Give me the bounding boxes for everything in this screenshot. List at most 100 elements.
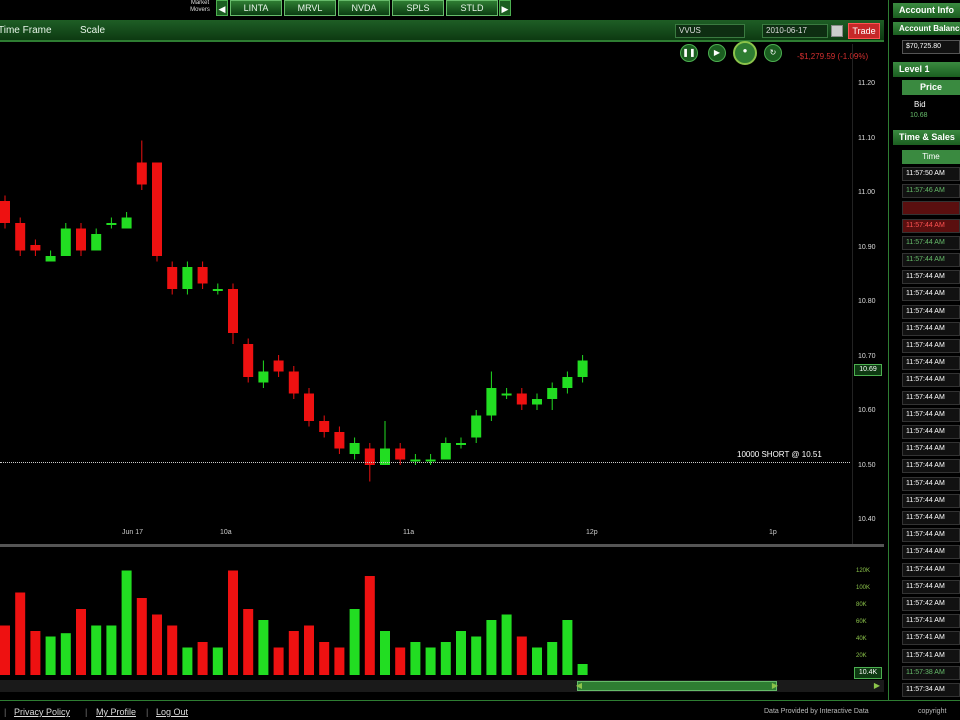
volume-bar bbox=[0, 625, 10, 675]
candle-body bbox=[121, 217, 132, 229]
volume-series bbox=[0, 570, 588, 675]
volume-bar bbox=[349, 609, 360, 675]
time-column-header: Time bbox=[902, 150, 960, 164]
time-sales-row: 11:57:44 AM bbox=[902, 321, 960, 336]
candle-body bbox=[258, 371, 269, 383]
time-sales-row: 11:57:44 AM bbox=[902, 356, 960, 371]
time-sales-row: 11:57:44 AM bbox=[902, 270, 960, 285]
time-tick: 10a bbox=[220, 529, 232, 536]
candle-body bbox=[167, 267, 178, 289]
data-provider-text: Data Provided by Interactive Data bbox=[764, 708, 869, 715]
candle-body bbox=[15, 223, 26, 251]
volume-bar bbox=[425, 647, 436, 675]
price-tick: 11.00 bbox=[858, 189, 875, 196]
volume-bar bbox=[547, 642, 558, 675]
price-tick: 10.90 bbox=[858, 244, 876, 251]
candle-body bbox=[456, 443, 466, 445]
scroll-end-icon[interactable]: ▶ bbox=[872, 681, 882, 691]
candle-body bbox=[228, 289, 238, 333]
candle-body bbox=[547, 388, 558, 399]
volume-tick: 60K bbox=[856, 619, 867, 625]
volume-bar bbox=[380, 631, 390, 675]
volume-bar bbox=[456, 631, 466, 675]
volume-bar bbox=[212, 647, 223, 675]
candle-body bbox=[182, 267, 193, 289]
candle-body bbox=[30, 245, 41, 251]
volume-bar bbox=[167, 625, 178, 675]
volume-bar bbox=[562, 620, 573, 675]
candle-body bbox=[212, 289, 223, 291]
candle-body bbox=[440, 443, 451, 460]
volume-bar bbox=[15, 592, 26, 675]
volume-bar bbox=[486, 620, 497, 675]
scroll-right-icon[interactable]: ▶ bbox=[770, 681, 780, 691]
time-sales-header[interactable]: Time & Sales bbox=[893, 130, 960, 145]
volume-bar bbox=[228, 570, 238, 675]
price-tick: 10.50 bbox=[858, 462, 876, 469]
price-column-header: Price bbox=[902, 80, 960, 95]
candle-body bbox=[197, 267, 208, 284]
time-tick: 1p bbox=[769, 529, 777, 536]
candle-body bbox=[273, 360, 284, 372]
time-sales-row: 11:57:44 AM bbox=[902, 304, 960, 319]
price-tick: 10.80 bbox=[858, 298, 876, 305]
volume-bar bbox=[516, 636, 527, 675]
time-sales-row: 11:57:50 AM bbox=[902, 167, 960, 181]
volume-bar bbox=[243, 609, 254, 675]
account-balance-header: Account Balance bbox=[893, 22, 960, 35]
candle-body bbox=[288, 371, 299, 394]
candle-body bbox=[471, 415, 482, 438]
scroll-left-icon[interactable]: ◀ bbox=[574, 681, 584, 691]
candle-body bbox=[501, 393, 512, 396]
time-sales-row: 11:57:44 AM bbox=[902, 545, 960, 560]
privacy-policy-link[interactable]: Privacy Policy bbox=[14, 707, 70, 717]
time-sales-row: 11:57:41 AM bbox=[902, 614, 960, 629]
time-sales-row: 11:57:44 AM bbox=[902, 511, 960, 525]
candle-body bbox=[152, 162, 162, 256]
volume-bar bbox=[45, 636, 56, 675]
time-sales-row: 11:57:44 AM bbox=[902, 390, 960, 405]
time-sales-row: 11:57:44 AM bbox=[902, 579, 960, 594]
time-sales-row: 11:57:44 AM bbox=[902, 459, 960, 474]
candle-body bbox=[349, 443, 360, 454]
bid-value: 10.68 bbox=[910, 112, 928, 119]
volume-bar bbox=[152, 614, 162, 675]
volume-bar bbox=[136, 598, 147, 675]
scrollbar-thumb[interactable] bbox=[577, 681, 777, 691]
candle-body bbox=[91, 234, 102, 251]
time-tick: 11a bbox=[403, 529, 415, 536]
candle-body bbox=[577, 360, 588, 377]
time-sales-row: 11:57:44 AM bbox=[902, 476, 960, 491]
candle-body bbox=[395, 448, 406, 460]
time-sales-row: 11:57:34 AM bbox=[902, 683, 960, 697]
footer: | Privacy Policy | My Profile | Log Out … bbox=[0, 700, 960, 720]
log-out-link[interactable]: Log Out bbox=[156, 707, 188, 717]
candle-body bbox=[486, 388, 497, 416]
volume-bar bbox=[60, 633, 71, 675]
candle-body bbox=[243, 344, 254, 377]
candle-body bbox=[60, 228, 71, 256]
time-tick: 12p bbox=[586, 529, 598, 536]
account-info-header[interactable]: Account Info bbox=[893, 3, 960, 18]
volume-bar bbox=[440, 642, 451, 675]
volume-bar bbox=[121, 570, 132, 675]
level1-header[interactable]: Level 1 bbox=[893, 62, 960, 77]
my-profile-link[interactable]: My Profile bbox=[96, 707, 136, 717]
time-sales-row: 11:57:44 AM bbox=[902, 373, 960, 388]
price-tick: 10.60 bbox=[858, 407, 876, 414]
candle-body bbox=[76, 228, 86, 251]
volume-bar bbox=[471, 636, 482, 675]
volume-tick: 120K bbox=[856, 568, 871, 574]
time-sales-row: 11:57:42 AM bbox=[902, 597, 960, 611]
time-sales-row: 11:57:46 AM bbox=[902, 184, 960, 199]
candle-body bbox=[532, 399, 542, 405]
candle-body bbox=[319, 421, 330, 432]
account-balance-value: $70,725.80 bbox=[902, 40, 960, 54]
time-sales-row: 11:57:44 AM bbox=[902, 442, 960, 457]
time-sales-row bbox=[902, 201, 960, 216]
volume-bar bbox=[395, 647, 406, 675]
time-sales-row: 11:57:41 AM bbox=[902, 648, 960, 663]
time-sales-row: 11:57:44 AM bbox=[902, 425, 960, 439]
current-volume-badge: 10.4K bbox=[854, 667, 882, 679]
bid-label: Bid bbox=[914, 100, 926, 109]
